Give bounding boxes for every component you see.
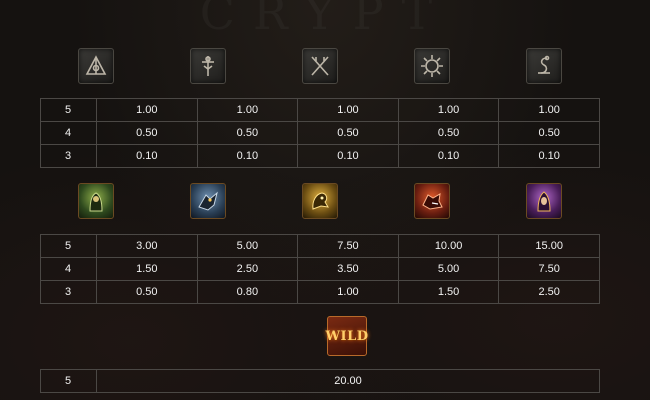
payout-value: 3.00 [96, 234, 198, 258]
payout-value: 1.00 [196, 98, 299, 122]
match-count: 3 [40, 280, 97, 304]
payout-value: 0.50 [498, 121, 600, 145]
table-row: 3 0.50 0.80 1.00 1.50 2.50 [40, 280, 600, 304]
low-symbol-icons [40, 48, 600, 84]
payout-value: 1.00 [96, 98, 198, 122]
payout-value: 2.50 [196, 257, 299, 281]
payout-value: 10.00 [397, 234, 500, 258]
blue-beast-icon [190, 183, 226, 219]
match-count: 4 [40, 257, 97, 281]
table-row: 5 20.00 [40, 369, 600, 393]
table-row: 5 1.00 1.00 1.00 1.00 1.00 [40, 98, 600, 122]
payout-value: 0.50 [96, 280, 198, 304]
match-count: 5 [40, 234, 97, 258]
wild-paytable: 5 20.00 [40, 369, 600, 393]
golden-dragon-icon [302, 183, 338, 219]
green-warrior-icon [78, 183, 114, 219]
table-row: 4 1.50 2.50 3.50 5.00 7.50 [40, 257, 600, 281]
payout-value: 0.50 [96, 121, 198, 145]
high-symbol-icons [40, 183, 600, 219]
payout-value: 15.00 [498, 234, 600, 258]
background-title: CRYPT [0, 0, 650, 40]
match-count: 5 [40, 98, 97, 122]
payout-value: 0.50 [297, 121, 399, 145]
match-count: 3 [40, 144, 97, 168]
serpent-rune-icon [526, 48, 562, 84]
triangle-rune-icon [78, 48, 114, 84]
table-row: 4 0.50 0.50 0.50 0.50 0.50 [40, 121, 600, 145]
payout-value: 1.00 [498, 98, 600, 122]
payout-value: 7.50 [297, 234, 399, 258]
payout-value: 5.00 [196, 234, 299, 258]
match-count: 5 [40, 369, 97, 393]
wild-symbol-icon: WILD [325, 316, 369, 356]
table-row: 3 0.10 0.10 0.10 0.10 0.10 [40, 144, 600, 168]
payout-value: 5.00 [397, 257, 500, 281]
sun-rune-icon [414, 48, 450, 84]
payout-value: 1.00 [297, 98, 399, 122]
crossed-blades-rune-icon [302, 48, 338, 84]
match-count: 4 [40, 121, 97, 145]
payout-value: 0.10 [498, 144, 600, 168]
table-row: 5 3.00 5.00 7.50 10.00 15.00 [40, 234, 600, 258]
payout-value: 0.50 [196, 121, 299, 145]
staff-rune-icon [190, 48, 226, 84]
payout-value: 7.50 [498, 257, 600, 281]
payout-value: 0.10 [196, 144, 299, 168]
payout-value: 0.10 [96, 144, 198, 168]
wild-label: WILD [325, 328, 369, 344]
payout-value: 1.50 [96, 257, 198, 281]
payout-value: 1.00 [297, 280, 399, 304]
payout-value: 0.10 [297, 144, 399, 168]
payout-value: 3.50 [297, 257, 399, 281]
low-symbol-paytable: 5 1.00 1.00 1.00 1.00 1.00 4 0.50 0.50 0… [40, 98, 600, 168]
payout-value: 0.50 [397, 121, 500, 145]
payout-value: 1.50 [397, 280, 500, 304]
payout-value: 1.00 [397, 98, 500, 122]
purple-witch-icon [526, 183, 562, 219]
red-dragon-icon [414, 183, 450, 219]
high-symbol-paytable: 5 3.00 5.00 7.50 10.00 15.00 4 1.50 2.50… [40, 234, 600, 304]
payout-value: 20.00 [96, 369, 600, 393]
payout-value: 0.10 [397, 144, 500, 168]
payout-value: 2.50 [498, 280, 600, 304]
payout-value: 0.80 [196, 280, 299, 304]
